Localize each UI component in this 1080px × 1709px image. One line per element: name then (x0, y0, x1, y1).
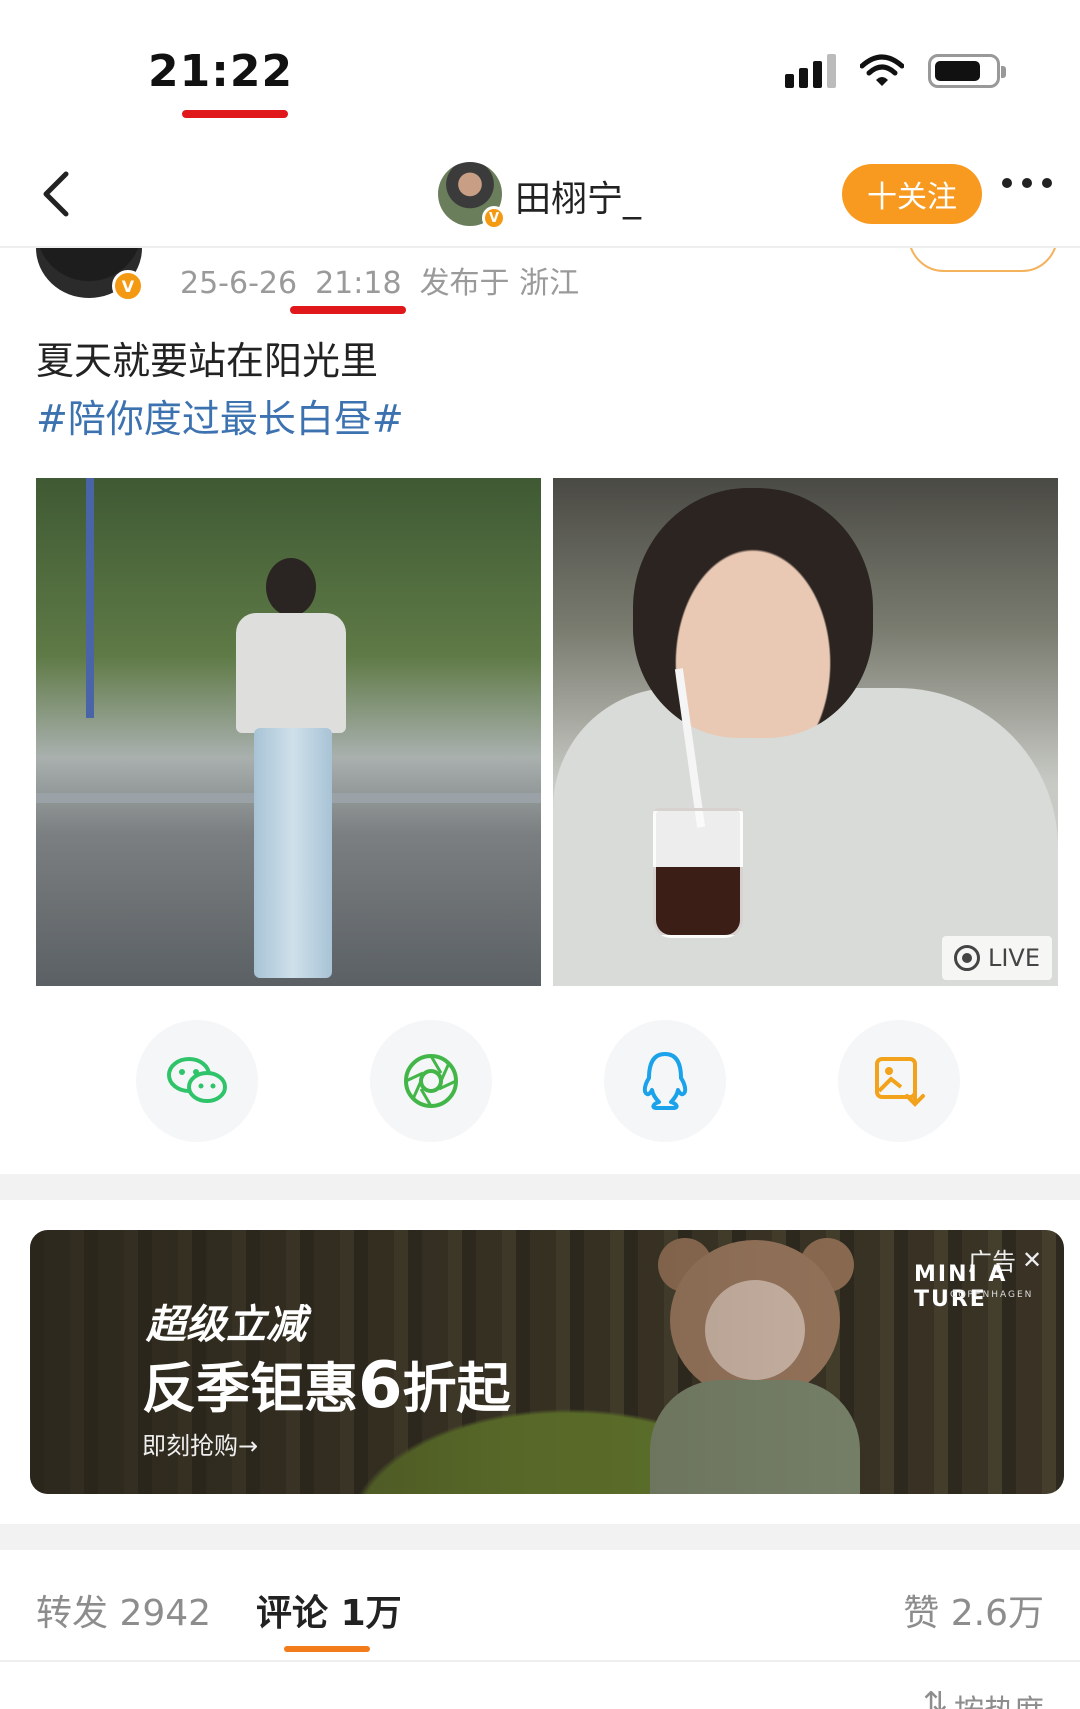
save-image-button[interactable] (838, 1020, 960, 1142)
live-label: LIVE (987, 944, 1040, 972)
annotation-underline-post-time (290, 306, 406, 314)
back-icon[interactable] (28, 164, 88, 224)
sort-icon: ⇅ (922, 1686, 948, 1709)
wechat-icon (167, 1057, 227, 1103)
photo-subject (236, 558, 346, 978)
post-time: 21:18 (315, 266, 402, 301)
tab-repost-count: 2942 (119, 1593, 212, 1634)
ad-headline-2-prefix: 反季钜惠 (142, 1357, 358, 1420)
post-topic-link[interactable]: #陪你度过最长白昼# (36, 388, 404, 443)
post-photo-2[interactable]: LIVE (553, 478, 1058, 986)
post-location: 发布于 浙江 (419, 266, 580, 301)
tab-like-label: 赞 (903, 1593, 940, 1634)
post-photo-1[interactable] (36, 478, 541, 986)
tab-active-indicator (284, 1646, 370, 1652)
sort-label: 按热度 (954, 1686, 1044, 1709)
qq-icon (642, 1052, 688, 1110)
tab-like[interactable]: 赞 2.6万 (903, 1584, 1044, 1636)
verified-badge-icon: V (112, 270, 144, 302)
section-divider-2 (0, 1524, 1080, 1550)
tab-comment[interactable]: 评论 1万 (256, 1584, 402, 1636)
post-text: 夏天就要站在阳光里 (36, 339, 379, 383)
live-icon (953, 945, 980, 971)
save-image-icon (875, 1057, 925, 1107)
tab-comment-count: 1万 (340, 1593, 402, 1634)
share-moments-button[interactable] (370, 1020, 492, 1142)
ad-brand: MINI A TURE (914, 1262, 1008, 1312)
status-icons (785, 54, 1006, 88)
ad-brand-sub: COPENHAGEN (950, 1290, 1034, 1300)
ad-headline-1: 超级立减 (146, 1302, 306, 1348)
battery-icon (928, 54, 1006, 88)
status-time: 21:22 (148, 46, 294, 97)
signal-icon (785, 54, 836, 88)
share-qq-button[interactable] (604, 1020, 726, 1142)
section-divider (0, 1174, 1080, 1200)
top-nav-bar: V 田栩宁_ 十关注 (0, 140, 1080, 248)
sort-toggle[interactable]: ⇅ 按热度 (923, 1686, 1044, 1709)
follow-button[interactable]: 十关注 (842, 164, 982, 224)
ad-cta-link[interactable]: 即刻抢购→ (142, 1426, 258, 1461)
ad-headline-2: 反季钜惠6折起 (142, 1344, 511, 1423)
moments-icon (404, 1054, 458, 1108)
post-meta: 25-6-26 21:18 发布于 浙江 (180, 258, 597, 302)
ad-headline-2-number: 6 (358, 1349, 403, 1423)
tab-like-count: 2.6万 (950, 1593, 1044, 1634)
share-wechat-button[interactable] (136, 1020, 258, 1142)
tab-repost-label: 转发 (36, 1593, 109, 1634)
wifi-icon (860, 54, 904, 86)
post-date: 25-6-26 (180, 266, 298, 301)
ad-banner[interactable]: 广告 ✕ MINI A TURE COPENHAGEN 超级立减 反季钜惠6折起… (30, 1230, 1064, 1494)
more-options-icon[interactable] (1002, 178, 1052, 188)
nav-username[interactable]: 田栩宁_ (515, 170, 641, 222)
photo-cup (653, 808, 743, 938)
nav-verified-badge-icon: V (482, 206, 506, 230)
tab-comment-label: 评论 (256, 1593, 329, 1634)
ad-headline-2-suffix: 折起 (402, 1357, 511, 1420)
tab-repost[interactable]: 转发 2942 (36, 1584, 211, 1636)
annotation-underline-status (182, 110, 288, 118)
live-photo-badge[interactable]: LIVE (941, 936, 1052, 980)
post-tabs: 转发 2942 评论 1万 赞 2.6万 (0, 1552, 1080, 1662)
